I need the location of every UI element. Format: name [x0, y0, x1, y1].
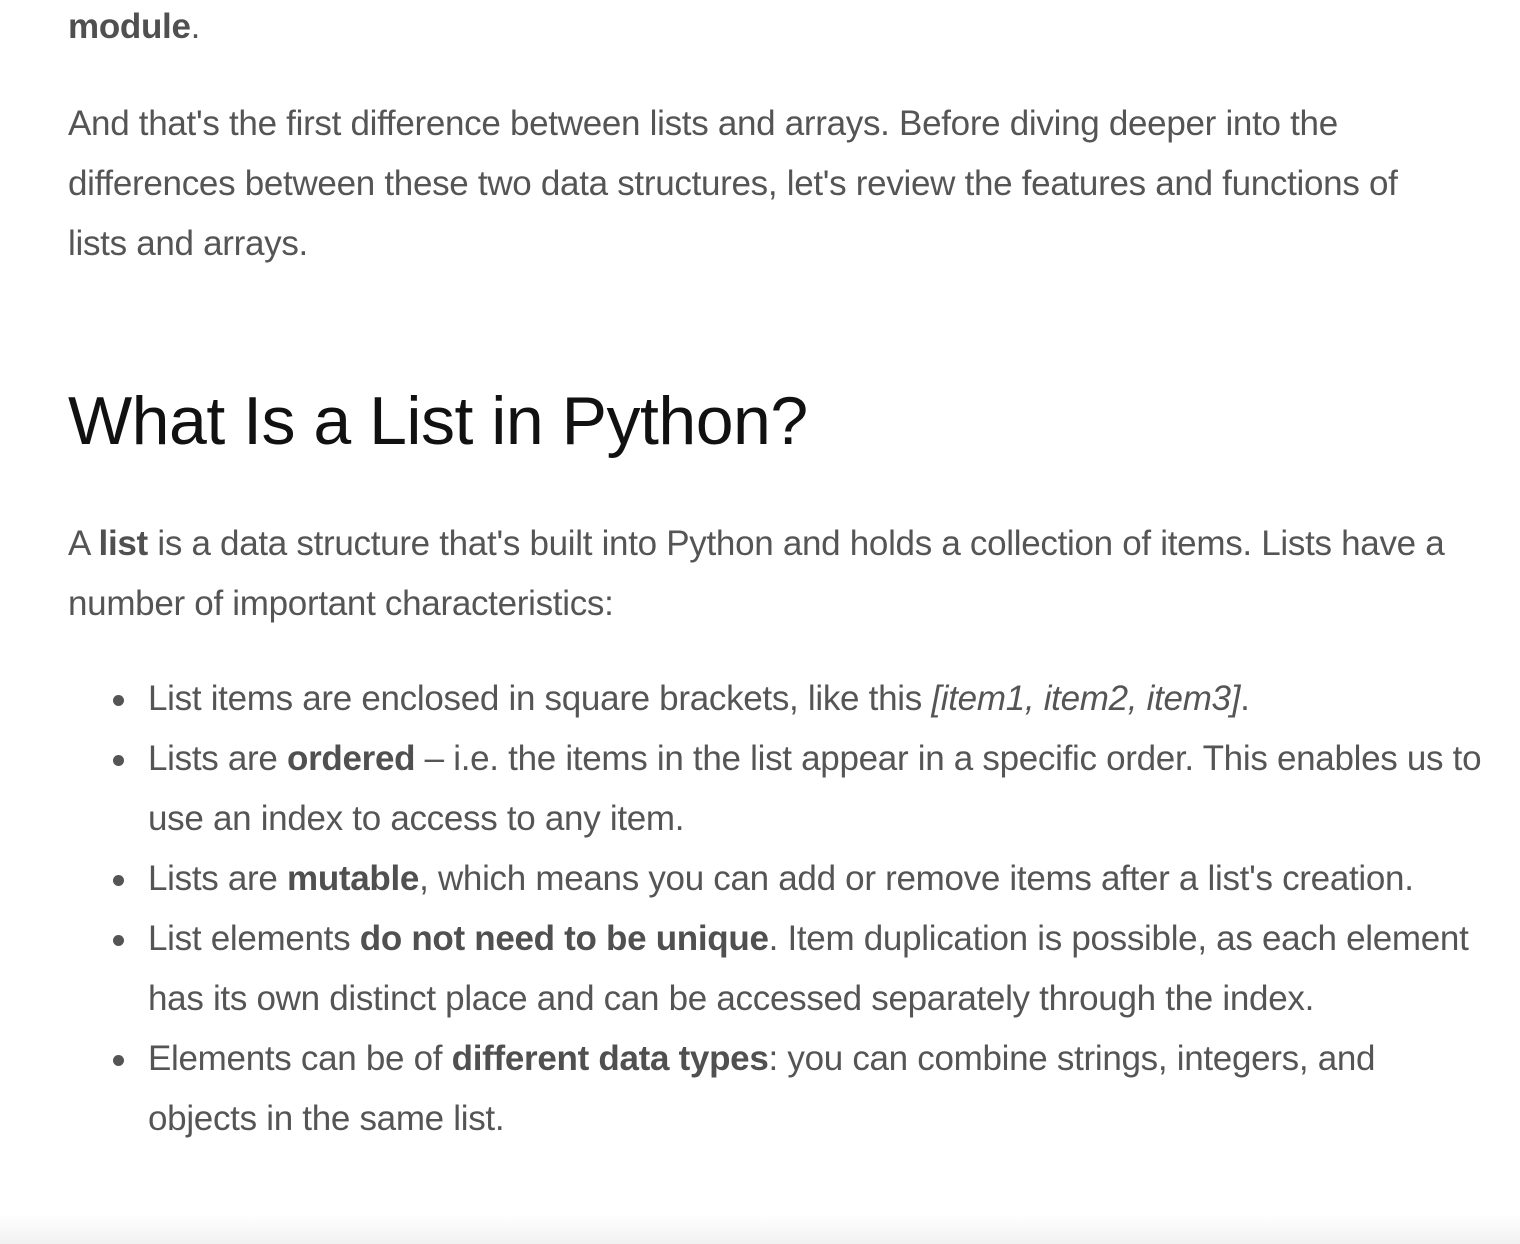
bullet-text-pre: List elements: [148, 919, 360, 958]
list-intro-post: is a data structure that's built into Py…: [68, 524, 1445, 623]
bullet-icon: [113, 755, 124, 766]
list-item: List elements do not need to be unique. …: [68, 909, 1488, 1029]
list-item: List items are enclosed in square bracke…: [68, 669, 1488, 729]
bullet-example: [item1, item2, item3]: [931, 679, 1241, 718]
bullet-icon: [113, 935, 124, 946]
list-intro-pre: A: [68, 524, 99, 563]
module-term: module: [68, 7, 191, 46]
bullet-icon: [113, 695, 124, 706]
bullet-text-pre: Lists are: [148, 739, 287, 778]
bullet-term: mutable: [287, 859, 420, 898]
intro-paragraph: And that's the first difference between …: [68, 104, 1398, 263]
bullet-icon: [113, 1055, 124, 1066]
section-heading: What Is a List in Python?: [68, 383, 808, 459]
module-punct: .: [190, 7, 201, 46]
bullet-text-pre: Lists are: [148, 859, 287, 898]
bullet-text-pre: List items are enclosed in square bracke…: [148, 679, 932, 718]
list-item: Lists are ordered – i.e. the items in th…: [68, 729, 1488, 849]
bullet-term: ordered: [287, 739, 416, 778]
list-term: list: [98, 524, 149, 563]
module-line: module.: [68, 0, 200, 57]
list-item: Lists are mutable, which means you can a…: [68, 849, 1488, 909]
bullet-text-pre: Elements can be of: [148, 1039, 452, 1078]
bullet-icon: [113, 875, 124, 886]
list-item: Elements can be of different data types:…: [68, 1029, 1488, 1149]
characteristics-list: List items are enclosed in square bracke…: [68, 669, 1488, 1149]
bullet-text-post: , which means you can add or remove item…: [419, 859, 1414, 898]
bullet-term: do not need to be unique: [359, 919, 769, 958]
list-intro-paragraph: A list is a data structure that's built …: [68, 514, 1468, 634]
bottom-fade: [0, 1214, 1520, 1244]
bullet-term: different data types: [451, 1039, 769, 1078]
bullet-text-post: .: [1240, 679, 1250, 718]
